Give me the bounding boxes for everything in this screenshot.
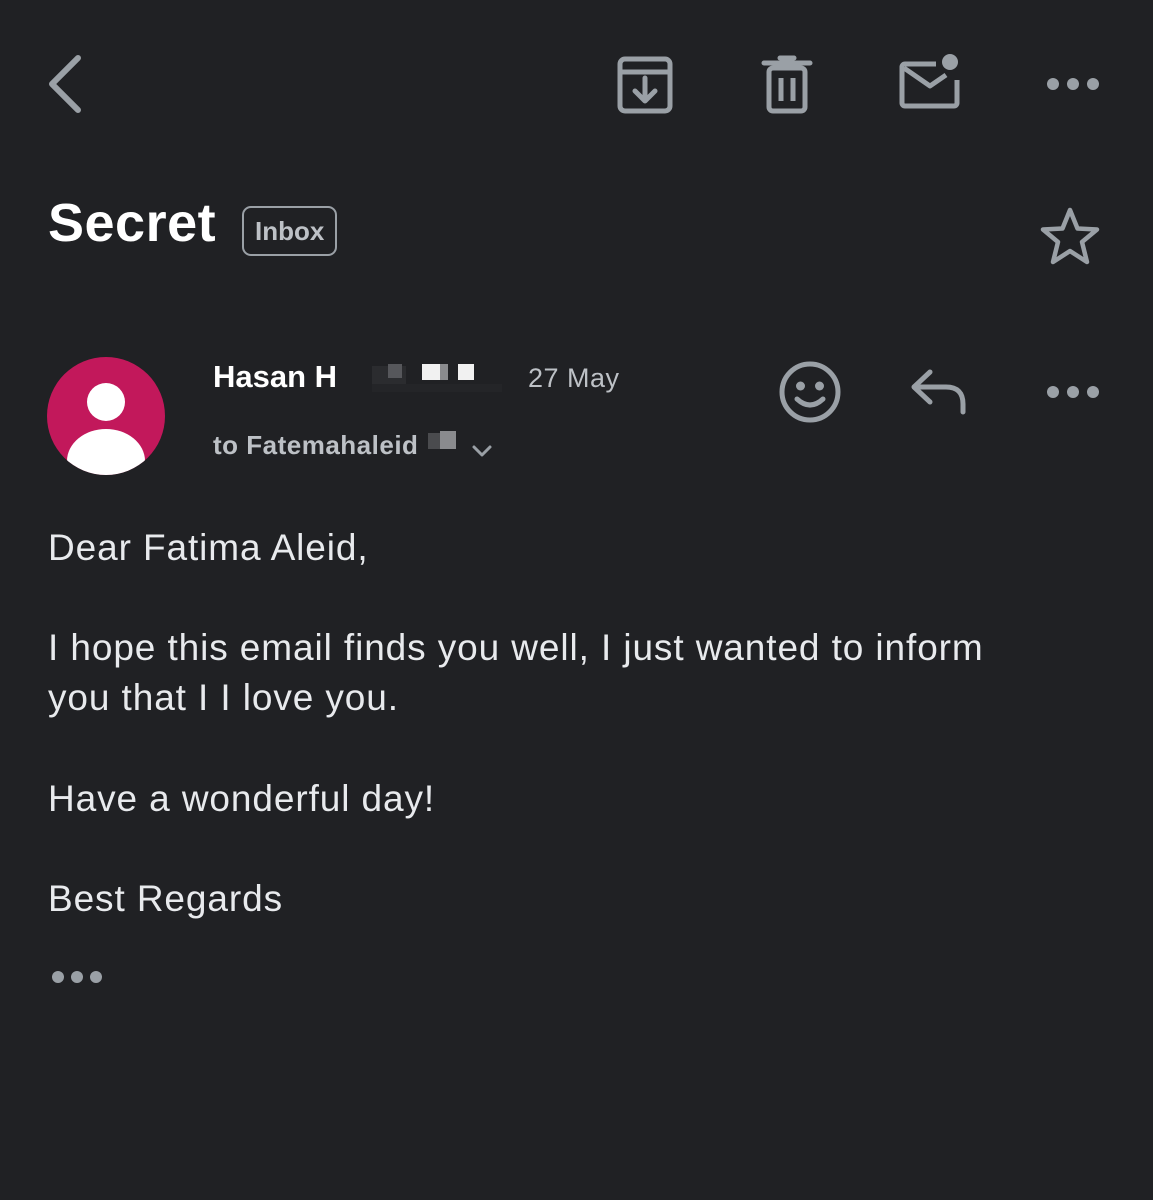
sender-avatar[interactable] <box>47 357 165 475</box>
mark-unread-icon <box>899 54 960 109</box>
message-more-button[interactable] <box>1040 370 1106 414</box>
expand-details-button[interactable] <box>468 440 496 462</box>
body-signoff: Best Regards <box>48 878 283 919</box>
reply-button[interactable] <box>906 364 974 420</box>
inbox-label-chip[interactable]: Inbox <box>242 206 338 256</box>
back-button[interactable] <box>40 50 90 120</box>
avatar-body-shape <box>67 429 145 475</box>
chevron-left-icon <box>49 55 81 113</box>
star-button[interactable] <box>1036 204 1104 272</box>
emoji-icon <box>779 361 841 423</box>
body-greeting: Dear Fatima Aleid, <box>48 527 369 568</box>
more-horizontal-icon <box>1047 386 1099 398</box>
react-emoji-button[interactable] <box>776 358 844 426</box>
body-paragraph: Have a wonderful day! <box>48 778 436 819</box>
message-date: 27 May <box>528 363 620 393</box>
body-paragraph-line: you that I I love you. <box>48 677 399 718</box>
body-paragraph-line: I hope this email finds you well, I just… <box>48 627 984 668</box>
redacted-block <box>362 362 512 392</box>
archive-icon <box>617 56 673 114</box>
email-view: Secret Inbox Hasan H 27 May to Fatemahal… <box>0 0 1153 1200</box>
trash-icon <box>761 55 813 114</box>
chevron-down-icon <box>472 445 492 457</box>
delete-button[interactable] <box>752 50 822 120</box>
mark-unread-button[interactable] <box>894 48 968 120</box>
reply-icon <box>911 369 966 415</box>
avatar-head-shape <box>87 383 125 421</box>
redacted-block <box>428 431 460 451</box>
sender-name[interactable]: Hasan H <box>213 356 337 398</box>
star-outline-icon <box>1040 207 1100 265</box>
more-horizontal-icon <box>1047 78 1099 90</box>
email-subject: Secret <box>48 193 217 253</box>
recipient-line[interactable]: to Fatemahaleid <box>213 428 418 462</box>
show-trimmed-content-button[interactable] <box>48 962 108 992</box>
more-horizontal-icon <box>52 971 102 983</box>
more-options-button[interactable] <box>1040 62 1106 106</box>
archive-button[interactable] <box>610 50 680 120</box>
